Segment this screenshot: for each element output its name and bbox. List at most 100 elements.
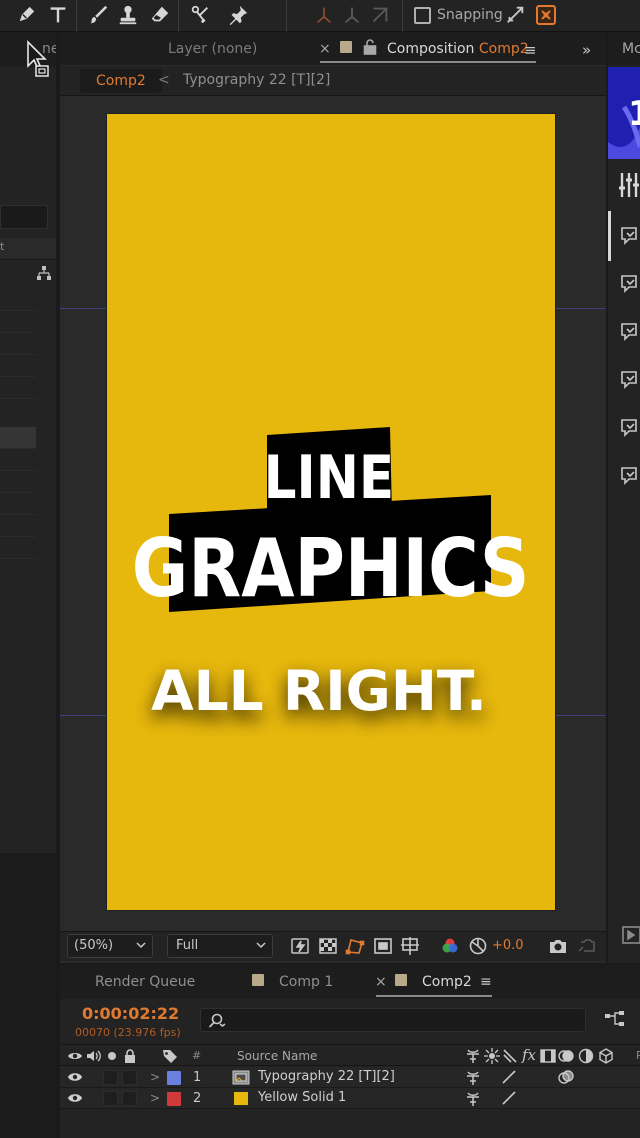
layer-number-column[interactable]: # [192,1049,201,1062]
solo-toggle[interactable] [103,1070,118,1085]
project-item[interactable] [0,515,36,537]
preset-category-icon[interactable] [620,465,640,485]
right-panel-tab-label[interactable]: Mc [622,41,640,57]
breadcrumb-item[interactable]: Typography 22 [T][2] [183,72,330,88]
project-item[interactable] [0,289,36,311]
tab-comp2[interactable]: Comp2 [422,974,472,990]
puppet-pin-icon[interactable] [224,2,252,28]
panel-menu-button[interactable]: ≡ [524,41,537,59]
layer-label-color[interactable] [167,1092,181,1106]
expand-layer-chevron-icon[interactable]: > [150,1091,160,1105]
breadcrumb-active-comp[interactable]: Comp2 [80,69,162,93]
lock-icon[interactable] [363,39,377,55]
layer-source-name[interactable]: Yellow Solid 1 [258,1090,346,1105]
type-tool-icon[interactable] [44,2,72,28]
quality-switch-icon[interactable] [501,1069,517,1085]
project-item[interactable] [0,311,36,333]
parent-column[interactable]: P [636,1049,640,1062]
transparency-grid-icon[interactable] [318,936,338,956]
local-axis-icon[interactable] [310,2,338,28]
resolution-dropdown[interactable]: Full [167,934,273,958]
solo-icon[interactable] [104,1048,120,1064]
current-time-display[interactable]: 0:00:02:22 [82,1004,179,1023]
flowchart-icon[interactable] [36,265,52,281]
composition-viewer-tab[interactable]: Composition Comp2 [387,41,529,57]
magnification-dropdown[interactable]: (50%) [67,934,153,958]
settings-sliders-icon[interactable] [618,171,640,199]
project-item[interactable] [0,333,36,355]
preset-category-icon[interactable] [620,321,640,341]
lock-icon[interactable] [122,1048,138,1064]
project-item[interactable] [0,493,36,515]
3d-layer-icon[interactable] [598,1048,614,1064]
close-tab-button[interactable]: × [319,41,331,57]
world-axis-icon[interactable] [338,2,366,28]
panel-menu-button[interactable]: ≡ [480,974,492,990]
grid-guides-icon[interactable] [400,936,420,956]
adjustment-layer-icon[interactable] [578,1048,594,1064]
brush-tool-icon[interactable] [84,2,112,28]
video-visibility-icon[interactable] [67,1092,83,1104]
effects-column[interactable]: fx [522,1046,536,1064]
project-item[interactable] [0,377,36,399]
snapshot-camera-icon[interactable] [548,936,568,956]
region-of-interest-icon[interactable] [373,936,393,956]
preset-category-icon[interactable] [620,273,640,293]
audio-icon[interactable] [85,1048,101,1064]
tab-comp-1[interactable]: Comp 1 [279,974,333,990]
preset-category-icon[interactable] [620,225,640,245]
shy-switch-icon[interactable] [465,1070,481,1086]
video-visibility-icon[interactable] [67,1048,83,1064]
project-item[interactable] [0,355,36,377]
project-item[interactable] [0,449,36,471]
composition-frame[interactable]: LINE GRAPHICS ALL RIGHT. ALL RIGHT. [107,114,555,910]
layer-viewer-tab[interactable]: Layer (none) [168,41,257,57]
motion-blur-icon[interactable] [558,1048,574,1064]
timeline-empty-area[interactable] [60,1110,640,1138]
fast-previews-icon[interactable] [290,936,310,956]
viewer-canvas[interactable]: LINE GRAPHICS ALL RIGHT. ALL RIGHT. [60,97,606,929]
source-name-column[interactable]: Source Name [237,1049,317,1063]
mask-path-visibility-icon[interactable] [345,936,365,956]
snap-features-icon[interactable] [534,3,558,27]
collapse-transformations-icon[interactable] [484,1048,500,1064]
project-item[interactable] [0,537,36,559]
expand-layer-chevron-icon[interactable]: > [150,1070,160,1084]
tab-render-queue[interactable]: Render Queue [95,974,195,990]
lock-toggle[interactable] [122,1070,137,1085]
project-search-input[interactable] [0,205,48,229]
motion-blur-switch-icon[interactable] [558,1069,574,1085]
snap-edges-icon[interactable] [504,4,526,26]
solo-toggle[interactable] [103,1091,118,1106]
view-axis-icon[interactable] [366,2,394,28]
preset-thumbnail[interactable]: 1 [608,67,640,159]
composition-flowchart-icon[interactable] [604,1010,626,1030]
preset-category-icon[interactable] [620,369,640,389]
snapping-checkbox[interactable] [414,7,431,24]
frame-blending-icon[interactable] [540,1048,556,1064]
clone-stamp-icon[interactable] [114,2,142,28]
color-channels-icon[interactable] [440,936,460,956]
play-preview-icon[interactable] [622,925,640,945]
layer-search-input[interactable] [200,1008,586,1032]
preset-category-icon[interactable] [620,417,640,437]
roto-brush-icon[interactable] [186,2,214,28]
label-tag-icon[interactable] [162,1048,178,1064]
show-snapshot-icon[interactable] [576,936,596,956]
eraser-icon[interactable] [146,2,174,28]
lock-toggle[interactable] [122,1091,137,1106]
project-item[interactable] [0,471,36,493]
layer-row[interactable]: > 2 Yellow Solid 1 [60,1088,640,1109]
shy-switch-icon[interactable] [465,1091,481,1107]
pen-tool-icon[interactable] [12,2,40,28]
layer-row[interactable]: > 1 Typography 22 [T][2] [60,1067,640,1088]
quality-switch-icon[interactable] [501,1090,517,1106]
close-tab-button[interactable]: × [375,974,387,990]
shy-icon[interactable] [465,1048,481,1064]
project-item-selected[interactable] [0,427,36,449]
reset-exposure-icon[interactable] [468,936,488,956]
exposure-value[interactable]: +0.0 [492,938,524,953]
layer-source-name[interactable]: Typography 22 [T][2] [258,1069,395,1084]
quality-icon[interactable] [502,1048,518,1064]
video-visibility-icon[interactable] [67,1071,83,1083]
